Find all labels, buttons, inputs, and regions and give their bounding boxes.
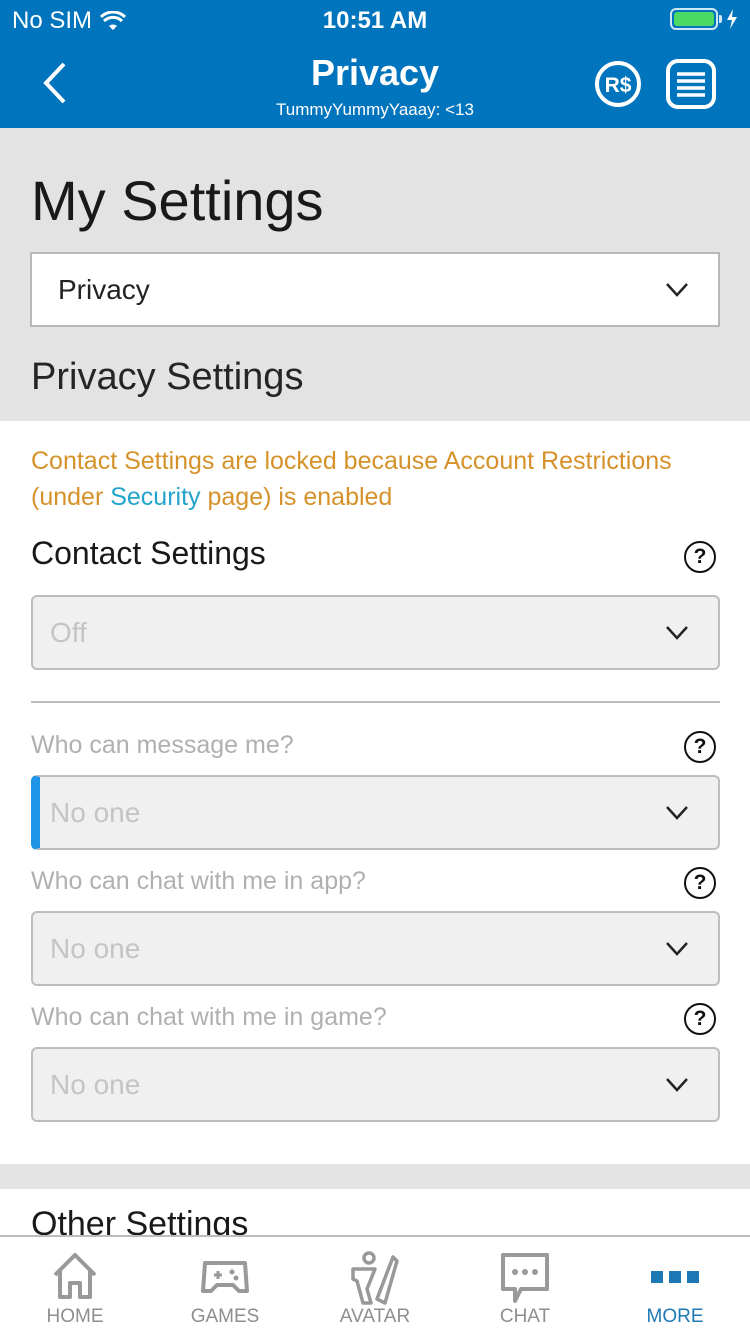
home-icon — [53, 1253, 97, 1299]
select-value: No one — [50, 796, 141, 828]
tab-label: MORE — [646, 1306, 704, 1327]
contact-settings-label: Contact Settings — [31, 535, 266, 571]
chat-game-select[interactable]: No one — [31, 1047, 720, 1122]
tab-label: GAMES — [190, 1306, 260, 1327]
chat-app-select[interactable]: No one — [31, 911, 720, 986]
carrier-label: No SIM — [12, 7, 93, 34]
section-title: Privacy Settings — [31, 356, 304, 398]
avatar-icon — [351, 1251, 399, 1305]
tab-avatar[interactable]: AVATAR — [300, 1237, 450, 1334]
message-me-label: Who can message me? — [31, 731, 294, 759]
chat-app-label: Who can chat with me in app? — [31, 867, 366, 895]
tab-chat[interactable]: CHAT — [450, 1237, 600, 1334]
security-link[interactable]: Security — [110, 483, 200, 511]
chevron-down-icon — [666, 941, 688, 956]
svg-text:R$: R$ — [605, 74, 632, 97]
section-separator — [0, 1164, 750, 1189]
chat-icon — [501, 1253, 549, 1303]
chevron-down-icon — [666, 625, 688, 640]
contact-settings-select[interactable]: Off — [31, 595, 720, 670]
help-icon[interactable]: ? — [684, 731, 716, 763]
help-icon[interactable]: ? — [684, 867, 716, 899]
tab-label: CHAT — [499, 1306, 551, 1327]
lock-warning: Contact Settings are locked because Acco… — [31, 443, 731, 515]
more-icon — [651, 1271, 699, 1283]
carrier: No SIM — [12, 7, 127, 35]
warning-text-end: page) is enabled — [200, 483, 393, 511]
tab-home[interactable]: HOME — [0, 1237, 150, 1334]
menu-button[interactable] — [666, 59, 716, 109]
wifi-icon — [100, 11, 127, 30]
chevron-down-icon — [666, 1077, 688, 1092]
message-me-select[interactable]: No one — [31, 775, 720, 850]
tab-games[interactable]: GAMES — [150, 1237, 300, 1334]
help-icon[interactable]: ? — [684, 1003, 716, 1035]
select-value: No one — [50, 932, 141, 964]
chevron-down-icon — [666, 282, 688, 297]
help-icon[interactable]: ? — [684, 541, 716, 573]
gamepad-icon — [201, 1261, 249, 1293]
robux-button[interactable]: R$ — [594, 60, 642, 108]
page-title: My Settings — [31, 169, 324, 232]
status-bar: No SIM 10:51 AM — [0, 0, 750, 40]
category-select-value: Privacy — [58, 273, 150, 305]
tab-label: AVATAR — [339, 1306, 411, 1327]
tab-label: HOME — [46, 1306, 104, 1327]
settings-header: My Settings Privacy Privacy Settings — [0, 128, 750, 421]
back-button[interactable] — [36, 60, 76, 106]
select-value: No one — [50, 1068, 141, 1100]
top-bar: No SIM 10:51 AM Privacy TummyYummyYaaay:… — [0, 0, 750, 128]
charging-icon — [727, 9, 737, 29]
tab-bar: HOME GAMES AVATAR CHAT MORE — [0, 1235, 750, 1334]
category-select[interactable]: Privacy — [30, 252, 720, 327]
chevron-down-icon — [666, 805, 688, 820]
select-value: Off — [50, 616, 87, 648]
chat-game-label: Who can chat with me in game? — [31, 1003, 387, 1031]
divider — [31, 701, 720, 703]
battery-icon — [670, 8, 738, 30]
tab-more[interactable]: MORE — [600, 1237, 750, 1334]
